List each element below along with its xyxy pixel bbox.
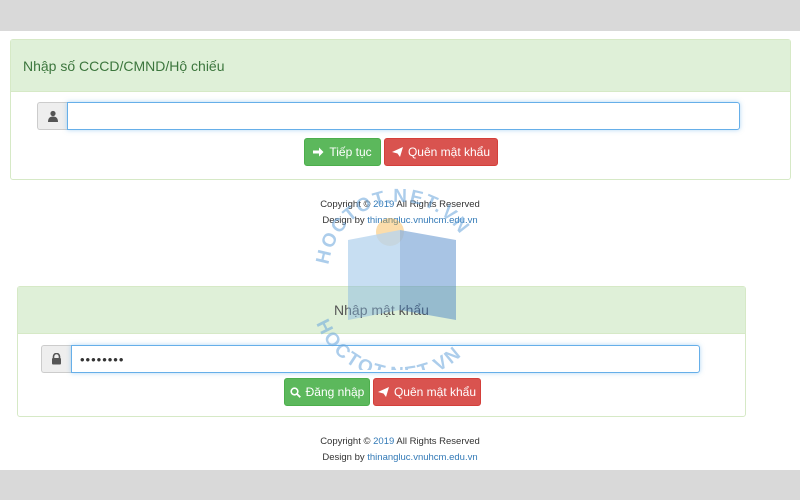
- design-link-2[interactable]: thinangluc.vnuhcm.edu.vn: [367, 452, 477, 463]
- bottom-band: [0, 470, 800, 500]
- login-label: Đăng nhập: [305, 385, 365, 399]
- copyright-year: 2019: [373, 199, 395, 210]
- id-panel-title: Nhập số CCCD/CMND/Hộ chiếu: [23, 57, 225, 74]
- arrow-right-icon: [313, 147, 324, 157]
- lock-icon: [41, 345, 71, 373]
- password-panel-title: Nhập mật khẩu: [334, 302, 429, 318]
- copyright-line: Copyright © 2019 All Rights Reserved: [320, 199, 480, 210]
- user-icon: [37, 102, 67, 130]
- id-panel: Nhập số CCCD/CMND/Hộ chiếu Tiếp tục Quên…: [10, 39, 791, 180]
- send-icon: [377, 387, 389, 397]
- copyright-year-2: 2019: [373, 436, 395, 447]
- password-panel: Nhập mật khẩu Đăng nhập Quên mật khẩu: [17, 286, 746, 417]
- design-link[interactable]: thinangluc.vnuhcm.edu.vn: [367, 215, 477, 226]
- id-input-group: [37, 102, 740, 130]
- continue-button[interactable]: Tiếp tục: [304, 138, 381, 166]
- forgot-password-button[interactable]: Quên mật khẩu: [384, 138, 498, 166]
- id-number-input[interactable]: [67, 102, 740, 130]
- forgot-password-label-2: Quên mật khẩu: [393, 385, 477, 399]
- design-line: Design by thinangluc.vnuhcm.edu.vn: [322, 215, 478, 226]
- password-panel-heading: Nhập mật khẩu: [18, 287, 745, 334]
- password-input[interactable]: [71, 345, 700, 373]
- copyright-line-2: Copyright © 2019 All Rights Reserved: [320, 436, 480, 447]
- search-icon: [290, 386, 301, 398]
- send-icon: [391, 147, 403, 157]
- id-panel-heading: Nhập số CCCD/CMND/Hộ chiếu: [11, 40, 790, 92]
- design-line-2: Design by thinangluc.vnuhcm.edu.vn: [322, 452, 478, 463]
- forgot-password-button-2[interactable]: Quên mật khẩu: [373, 378, 481, 406]
- continue-label: Tiếp tục: [329, 145, 372, 159]
- password-input-group: [41, 345, 700, 373]
- forgot-password-label: Quên mật khẩu: [407, 145, 491, 159]
- login-button[interactable]: Đăng nhập: [284, 378, 370, 406]
- top-band: [0, 0, 800, 31]
